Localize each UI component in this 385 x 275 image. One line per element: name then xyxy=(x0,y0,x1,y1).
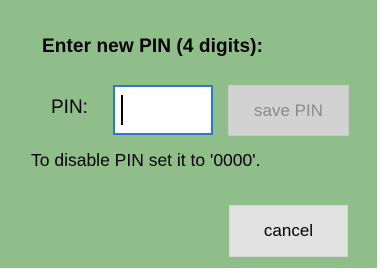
disable-pin-hint: To disable PIN set it to '0000'. xyxy=(31,150,261,170)
pin-dialog: Enter new PIN (4 digits): PIN: save PIN … xyxy=(0,0,377,268)
pin-input[interactable] xyxy=(113,85,213,135)
text-caret xyxy=(121,95,123,125)
cancel-button[interactable]: cancel xyxy=(229,205,348,257)
dialog-title: Enter new PIN (4 digits): xyxy=(42,36,264,57)
pin-label: PIN: xyxy=(51,97,88,118)
save-pin-button[interactable]: save PIN xyxy=(228,85,349,136)
